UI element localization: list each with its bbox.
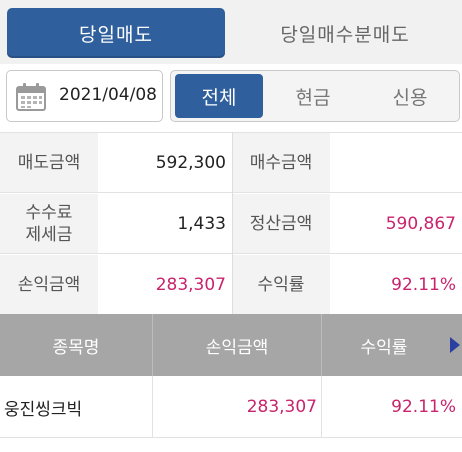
profit-amount-label: 손익금액	[0, 255, 98, 315]
top-tab-bar: 당일매도 당일매수분매도	[0, 0, 462, 64]
scroll-right-arrow-icon[interactable]	[450, 337, 460, 353]
summary-grid: 매도금액 592,300 매수금액 수수료 제세금 1,433 정산금액 590…	[0, 132, 462, 315]
fee-tax-value: 1,433	[98, 194, 232, 254]
filter-cash-button[interactable]: 현금	[267, 74, 359, 118]
date-value: 2021/04/08	[59, 85, 157, 105]
sell-amount-label: 매도금액	[0, 133, 98, 193]
settlement-amount-value: 590,867	[330, 194, 462, 254]
header-stock-name[interactable]: 종목명	[0, 314, 152, 376]
table-row[interactable]: 웅진씽크빅 283,307 92.11%	[0, 376, 462, 438]
settlement-amount-label: 정산금액	[232, 194, 330, 254]
row-profit-amount: 283,307	[246, 397, 317, 417]
buy-amount-value	[330, 133, 462, 193]
fee-tax-label: 수수료 제세금	[0, 194, 98, 254]
row-stock-name: 웅진씽크빅	[4, 399, 83, 420]
tab-same-day-buy-sell[interactable]: 당일매수분매도	[232, 8, 458, 58]
filter-all-button[interactable]: 전체	[175, 74, 263, 118]
column-divider	[232, 132, 233, 314]
row-divider	[0, 192, 462, 193]
sell-amount-value: 592,300	[98, 133, 232, 193]
row-return-rate: 92.11%	[391, 397, 456, 417]
filter-row: 2021/04/08 전체 현금 신용	[0, 64, 462, 132]
calendar-icon	[16, 83, 46, 111]
tax-label: 제세금	[25, 225, 73, 245]
row-divider	[0, 253, 462, 254]
return-rate-value: 92.11%	[330, 255, 462, 315]
profit-amount-value: 283,307	[98, 255, 232, 315]
header-return-rate[interactable]: 수익률	[322, 314, 446, 376]
fee-label: 수수료	[25, 203, 73, 223]
header-profit-amount[interactable]: 손익금액	[153, 314, 321, 376]
table-header: 종목명 손익금액 수익률	[0, 314, 462, 376]
bottom-spacer	[0, 438, 462, 452]
filter-credit-button[interactable]: 신용	[363, 74, 457, 118]
return-rate-label: 수익률	[232, 255, 330, 315]
date-picker[interactable]: 2021/04/08	[6, 70, 163, 122]
buy-amount-label: 매수금액	[232, 133, 330, 193]
tab-same-day-sell[interactable]: 당일매도	[7, 8, 225, 58]
account-type-filter: 전체 현금 신용	[170, 70, 460, 122]
